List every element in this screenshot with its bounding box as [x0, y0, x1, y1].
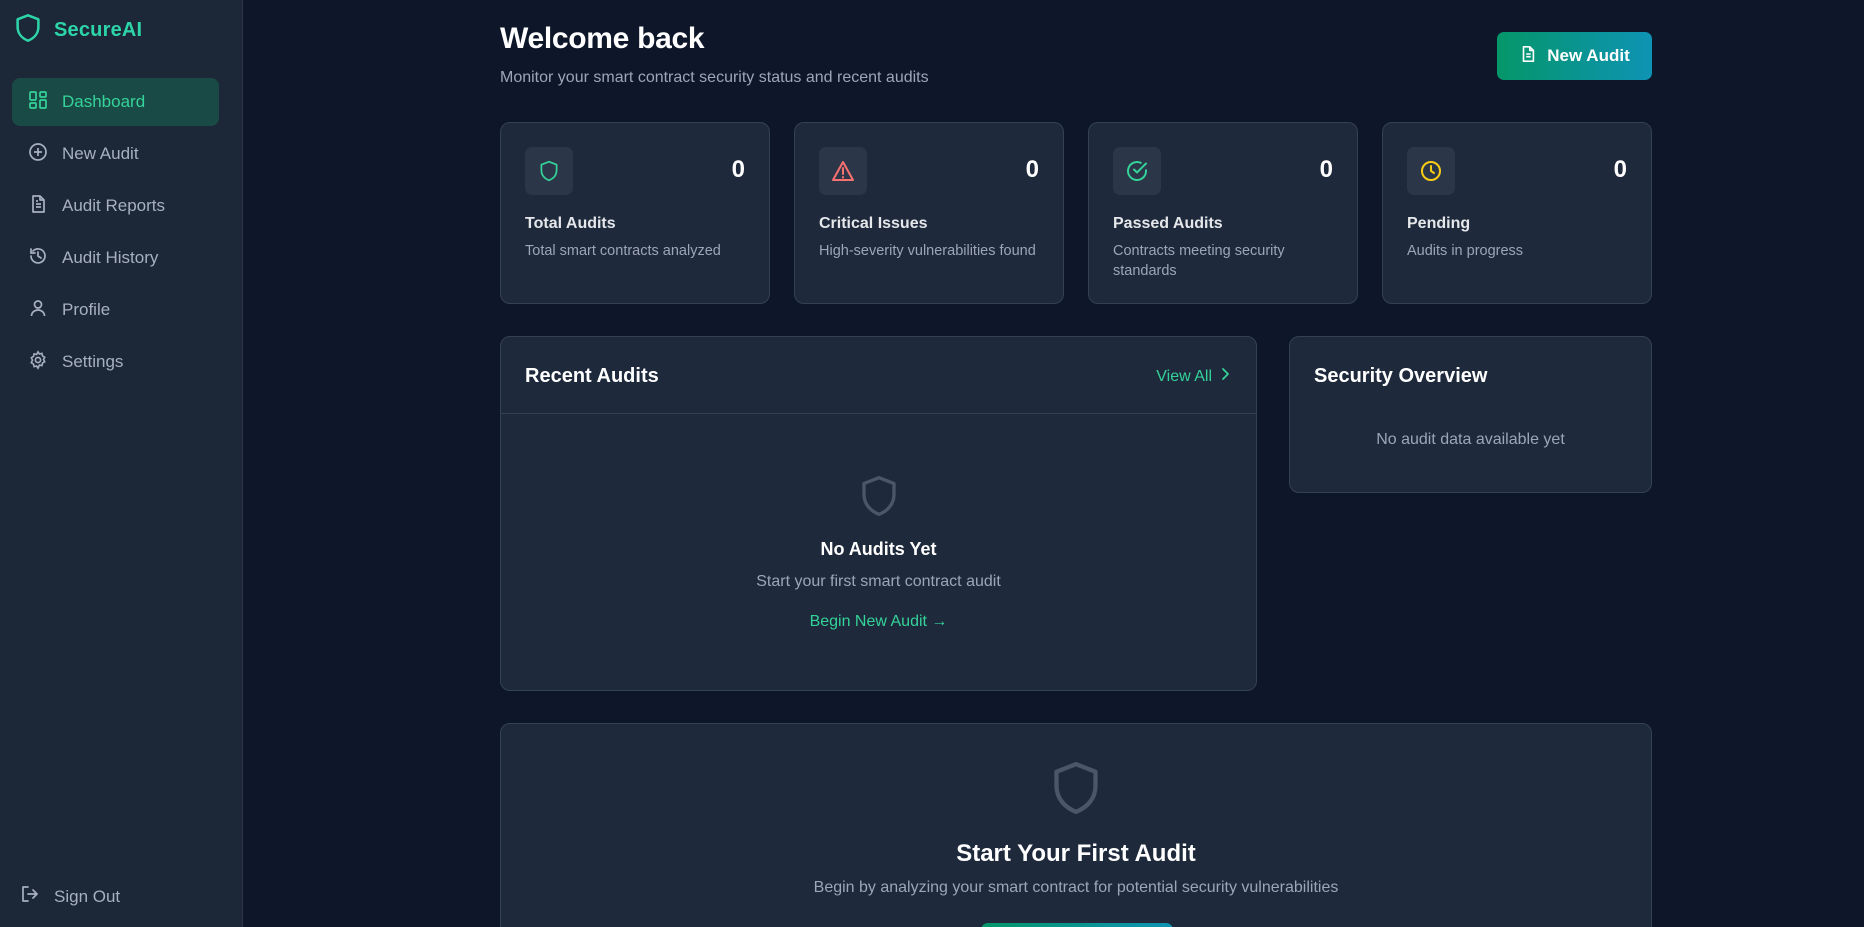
empty-state-title: No Audits Yet	[820, 539, 937, 559]
begin-link-row: Begin New Audit →	[501, 613, 1256, 631]
sign-out-button[interactable]: Sign Out	[20, 884, 120, 909]
sidebar-item-new-audit[interactable]: New Audit	[12, 130, 219, 178]
stat-label: Critical Issues	[819, 215, 928, 232]
stat-value: 0	[1613, 156, 1627, 183]
new-audit-button[interactable]: New Audit	[1497, 32, 1652, 80]
stat-value: 0	[1025, 156, 1039, 183]
empty-state-text: Start your first smart contract audit	[756, 573, 1001, 590]
sidebar-item-label: New Audit	[62, 144, 139, 163]
stat-card-critical-issues: 0 Critical Issues High-severity vulnerab…	[794, 122, 1064, 304]
begin-new-audit-link[interactable]: Begin New Audit →	[810, 613, 948, 630]
page-title: Welcome back	[500, 22, 705, 55]
view-all-link[interactable]: View All	[1156, 367, 1230, 386]
clock-icon	[1407, 147, 1455, 195]
first-audit-shield-icon	[501, 758, 1651, 823]
gear-icon	[28, 349, 48, 375]
first-audit-title: Start Your First Audit	[956, 840, 1196, 867]
history-icon	[28, 246, 48, 271]
stat-description: Audits in progress	[1407, 243, 1524, 259]
start-audit-button[interactable]	[981, 923, 1173, 927]
recent-audits-title: Recent Audits	[525, 365, 659, 387]
file-icon	[1519, 45, 1537, 68]
first-audit-text: Begin by analyzing your smart contract f…	[813, 879, 1339, 896]
sidebar-item-label: Audit Reports	[62, 196, 165, 215]
sidebar-item-settings[interactable]: Settings	[12, 338, 219, 386]
stat-label: Pending	[1407, 215, 1471, 232]
stat-description: Contracts meeting security standards	[1113, 243, 1285, 279]
sidebar-item-label: Dashboard	[62, 92, 146, 111]
brand-name: SecureAI	[54, 18, 143, 41]
empty-shield-icon	[501, 473, 1256, 524]
sidebar-item-dashboard[interactable]: Dashboard	[12, 78, 219, 126]
security-overview-empty: No audit data available yet	[1376, 431, 1565, 448]
chevron-right-icon	[1220, 367, 1230, 386]
user-icon	[28, 298, 48, 323]
sign-out-label: Sign Out	[54, 886, 121, 906]
sidebar-item-profile[interactable]: Profile	[12, 286, 219, 334]
new-audit-label: New Audit	[1547, 46, 1630, 65]
dashboard-icon	[28, 90, 48, 115]
sidebar-item-label: Profile	[62, 300, 111, 319]
check-circle-icon	[1113, 147, 1161, 195]
brand[interactable]: SecureAI	[14, 13, 143, 48]
plus-circle-icon	[28, 142, 48, 167]
sidebar-item-label: Settings	[62, 352, 124, 371]
view-all-label: View All	[1156, 367, 1212, 385]
recent-audits-card: Recent Audits View All No Audits Yet Sta…	[500, 336, 1257, 691]
logout-icon	[20, 884, 40, 909]
sidebar-item-label: Audit History	[62, 248, 159, 267]
stats-grid: 0 Total Audits Total smart contracts ana…	[500, 122, 1652, 304]
recent-audits-header: Recent Audits View All	[501, 337, 1256, 414]
page-subtitle: Monitor your smart contract security sta…	[500, 69, 929, 86]
sidebar-nav: Dashboard New Audit Audit Reports Audit …	[12, 78, 219, 390]
shield-logo-icon	[14, 13, 42, 48]
alert-triangle-icon	[819, 147, 867, 195]
stat-description: High-severity vulnerabilities found	[819, 243, 1036, 259]
stat-card-passed-audits: 0 Passed Audits Contracts meeting securi…	[1088, 122, 1358, 304]
stat-value: 0	[731, 156, 745, 183]
sidebar-item-audit-history[interactable]: Audit History	[12, 234, 219, 282]
stat-value: 0	[1319, 156, 1333, 183]
stat-label: Passed Audits	[1113, 215, 1223, 232]
sidebar: SecureAI Dashboard New Audit Audit Repor…	[0, 0, 243, 927]
start-first-audit-card: Start Your First Audit Begin by analyzin…	[500, 723, 1652, 927]
file-text-icon	[28, 194, 48, 219]
sidebar-item-audit-reports[interactable]: Audit Reports	[12, 182, 219, 230]
shield-icon	[525, 147, 573, 195]
security-overview-title: Security Overview	[1314, 365, 1488, 387]
stat-card-total-audits: 0 Total Audits Total smart contracts ana…	[500, 122, 770, 304]
stat-label: Total Audits	[525, 215, 616, 232]
stat-card-pending: 0 Pending Audits in progress	[1382, 122, 1652, 304]
security-overview-card: Security Overview No audit data availabl…	[1289, 336, 1652, 493]
stat-description: Total smart contracts analyzed	[525, 243, 721, 259]
